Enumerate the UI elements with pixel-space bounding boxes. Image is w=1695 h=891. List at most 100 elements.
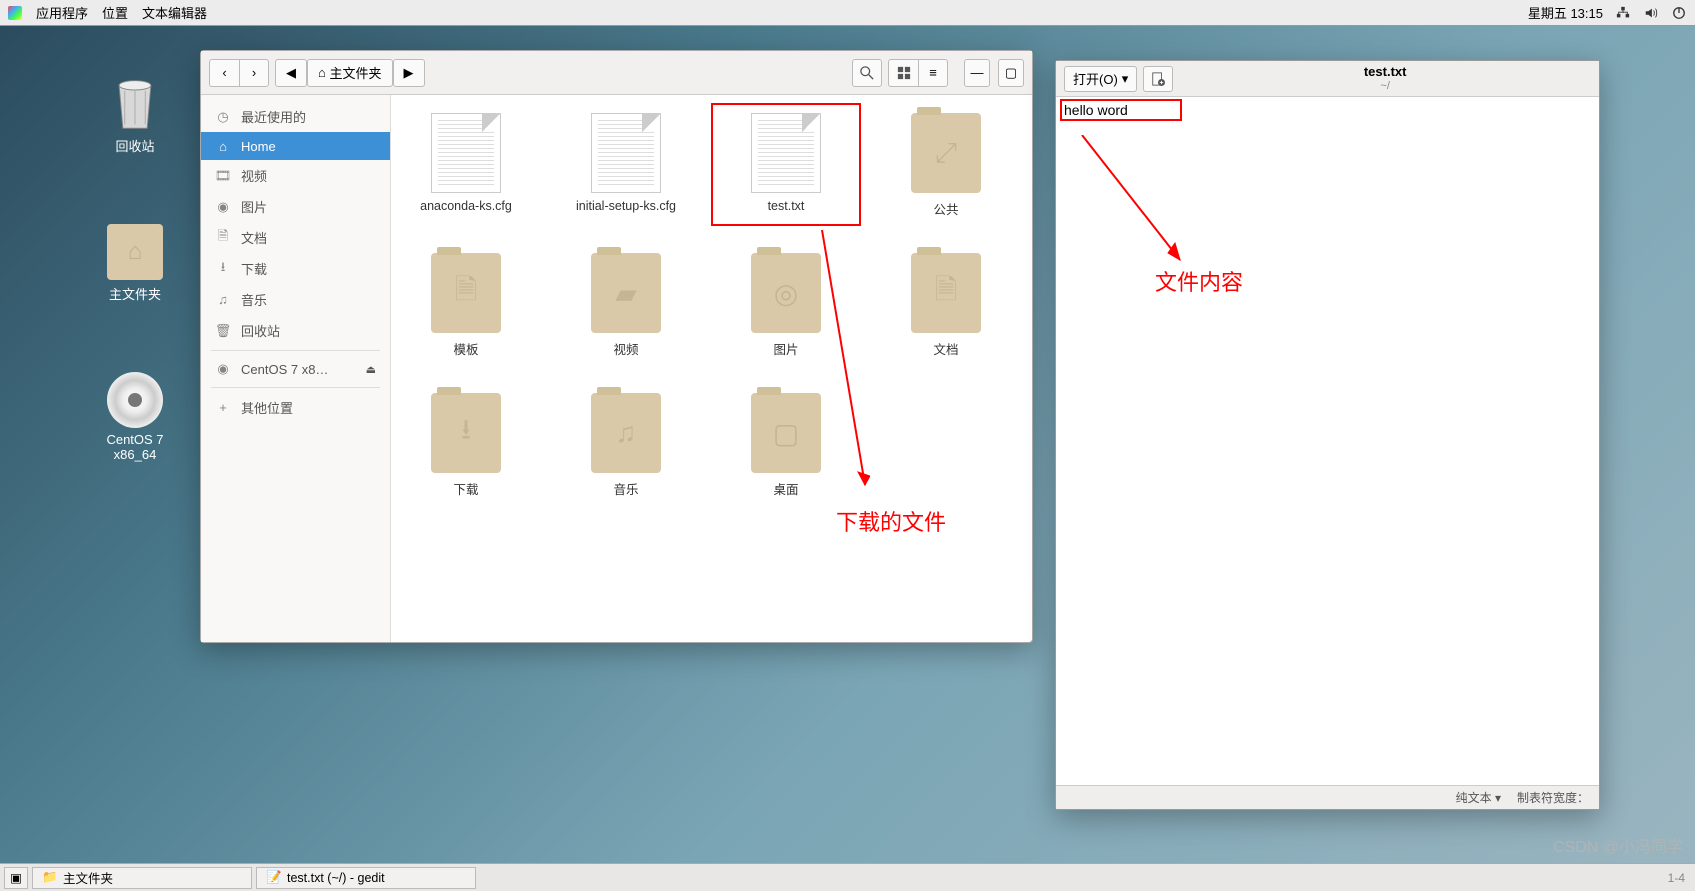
taskbar: ▣ 📁 主文件夹 📝 test.txt (~/) - gedit [0,863,1695,891]
file-item[interactable]: ⭳ 下载 [411,393,521,498]
gedit-open-label: 打开(O) [1073,69,1118,88]
sidebar-downloads[interactable]: ⭳ 下载 [201,253,390,284]
taskbar-show-desktop[interactable]: ▣ [4,867,28,889]
desktop-disc-label: CentOS 7 x86_64 [90,432,180,462]
camera-icon: ◉ [215,199,231,215]
sidebar-disc[interactable]: ◉CentOS 7 x8…⏏ [201,355,390,383]
file-label: 下载 [453,479,478,498]
menu-places[interactable]: 位置 [102,3,128,22]
path-parent-button[interactable]: ◀ [275,59,307,87]
view-menu-button[interactable]: ≡ [918,59,948,87]
chevron-down-icon: ▾ [1122,71,1129,87]
desktop-disc[interactable]: CentOS 7 x86_64 [90,372,180,462]
taskbar-item-label: test.txt (~/) - gedit [287,871,385,885]
power-icon[interactable] [1671,5,1687,21]
taskbar-item-gedit[interactable]: 📝 test.txt (~/) - gedit [256,867,476,889]
watermark: CSDN @小冯同学 [1553,833,1683,857]
sidebar-recent[interactable]: ◷最近使用的 [201,101,390,132]
folder-icon: ⭳ [431,393,501,473]
maximize-button[interactable]: ▢ [998,59,1024,87]
path-label: 主文件夹 [329,63,381,82]
tab-width-label[interactable]: 制表符宽度： [1517,789,1589,806]
home-folder-icon [107,224,163,280]
fm-content-area[interactable]: anaconda-ks.cfg initial-setup-ks.cfg test.… [391,95,1032,642]
sidebar-pictures[interactable]: ◉ 图片 [201,191,390,222]
annotation-downloaded-file: 下载的文件 [836,505,946,537]
music-icon: ♫ [215,292,231,308]
content-highlight-box: hello word [1060,99,1182,121]
document-icon [591,113,661,193]
file-item[interactable]: ▰视频 [571,253,681,358]
path-next-button[interactable]: ▶ [393,59,425,87]
sidebar-trash[interactable]: 🗑回收站 [201,315,390,346]
syntax-mode[interactable]: 纯文本 ▾ [1456,789,1501,806]
file-item[interactable]: ♫音乐 [571,393,681,498]
network-icon[interactable] [1615,5,1631,21]
forward-button[interactable]: › [239,59,269,87]
gedit-new-button[interactable] [1143,66,1173,92]
file-label: anaconda-ks.cfg [420,199,512,213]
desktop-trash[interactable]: 回收站 [90,76,180,155]
sidebar-item-label: 下载 [241,259,267,278]
sidebar-other[interactable]: +其他位置 [201,392,390,423]
file-item[interactable]: anaconda-ks.cfg [411,113,521,218]
trash-icon: 🗑 [215,323,231,339]
desktop-trash-label: 回收站 [115,136,154,155]
file-label: 图片 [773,339,798,358]
video-icon: 🎞 [215,168,231,184]
file-item[interactable]: 🗎模板 [411,253,521,358]
sidebar-music[interactable]: ♫ 音乐 [201,284,390,315]
view-grid-button[interactable] [888,59,918,87]
sidebar-item-label: 视频 [241,166,267,185]
sidebar-documents[interactable]: 🗎文档 [201,222,390,253]
file-label: 桌面 [773,479,798,498]
taskbar-item-label: 主文件夹 [63,868,113,887]
document-icon [431,113,501,193]
document-icon: 🗎 [215,230,231,246]
gedit-open-button[interactable]: 打开(O)▾ [1064,66,1137,92]
fm-toolbar: ‹ › ◀ ⌂ 主文件夹 ▶ ≡ — ▢ [201,51,1032,95]
folder-icon: 🗎 [431,253,501,333]
disc-icon [107,372,163,428]
back-button[interactable]: ‹ [209,59,239,87]
file-item[interactable]: test.txt [731,113,841,218]
sidebar-videos[interactable]: 🎞 视频 [201,160,390,191]
file-item[interactable]: ⤢公共 [891,113,1001,218]
menu-applications[interactable]: 应用程序 [36,3,88,22]
sidebar-item-label: 音乐 [241,290,267,309]
fm-sidebar: ◷最近使用的 ⌂Home 🎞 视频 ◉ 图片 🗎文档 ⭳ 下载 ♫ 音乐 🗑回收站 ◉ C… [201,95,391,642]
gedit-subtitle: ~/ [1179,80,1591,93]
folder-icon: ◎ [751,253,821,333]
sidebar-home[interactable]: ⌂Home [201,132,390,160]
menu-text-editor[interactable]: 文本编辑器 [142,3,207,22]
top-menu-bar: 应用程序 位置 文本编辑器 星期五 13:15 [0,0,1695,26]
volume-icon[interactable] [1643,5,1659,21]
file-item[interactable]: initial-setup-ks.cfg [571,113,681,218]
file-label: 文档 [933,339,958,358]
editor-icon: 📝 [267,871,281,885]
annotation-arrow-1 [820,230,870,500]
search-button[interactable] [852,59,882,87]
clock-label[interactable]: 星期五 13:15 [1528,3,1603,22]
file-label: initial-setup-ks.cfg [576,199,676,213]
folder-icon: ▢ [751,393,821,473]
sidebar-item-label: 其他位置 [241,398,293,417]
file-manager-window: ‹ › ◀ ⌂ 主文件夹 ▶ ≡ — ▢ ◷最近使用的 ⌂Home 🎞 视频 ◉ 图… [200,50,1033,643]
taskbar-item-files[interactable]: 📁 主文件夹 [32,867,252,889]
sidebar-item-label: CentOS 7 x8… [241,362,328,377]
desktop-home[interactable]: 主文件夹 [90,224,180,303]
show-desktop-icon: ▣ [9,871,23,885]
gedit-title: test.txt [1179,64,1591,80]
folder-icon: 🗎 [911,253,981,333]
folder-icon: 📁 [43,871,57,885]
file-label: test.txt [768,199,805,213]
eject-icon[interactable]: ⏏ [366,363,376,376]
file-item[interactable]: 🗎 文档 [891,253,1001,358]
minimize-button[interactable]: — [964,59,990,87]
annotation-file-content: 文件内容 [1155,265,1243,297]
sidebar-item-label: 图片 [241,197,267,216]
corner-tag: 1-4 [1668,871,1685,885]
download-icon: ⭳ [215,261,231,277]
trash-icon [107,76,163,132]
path-home-button[interactable]: ⌂ 主文件夹 [307,59,393,87]
